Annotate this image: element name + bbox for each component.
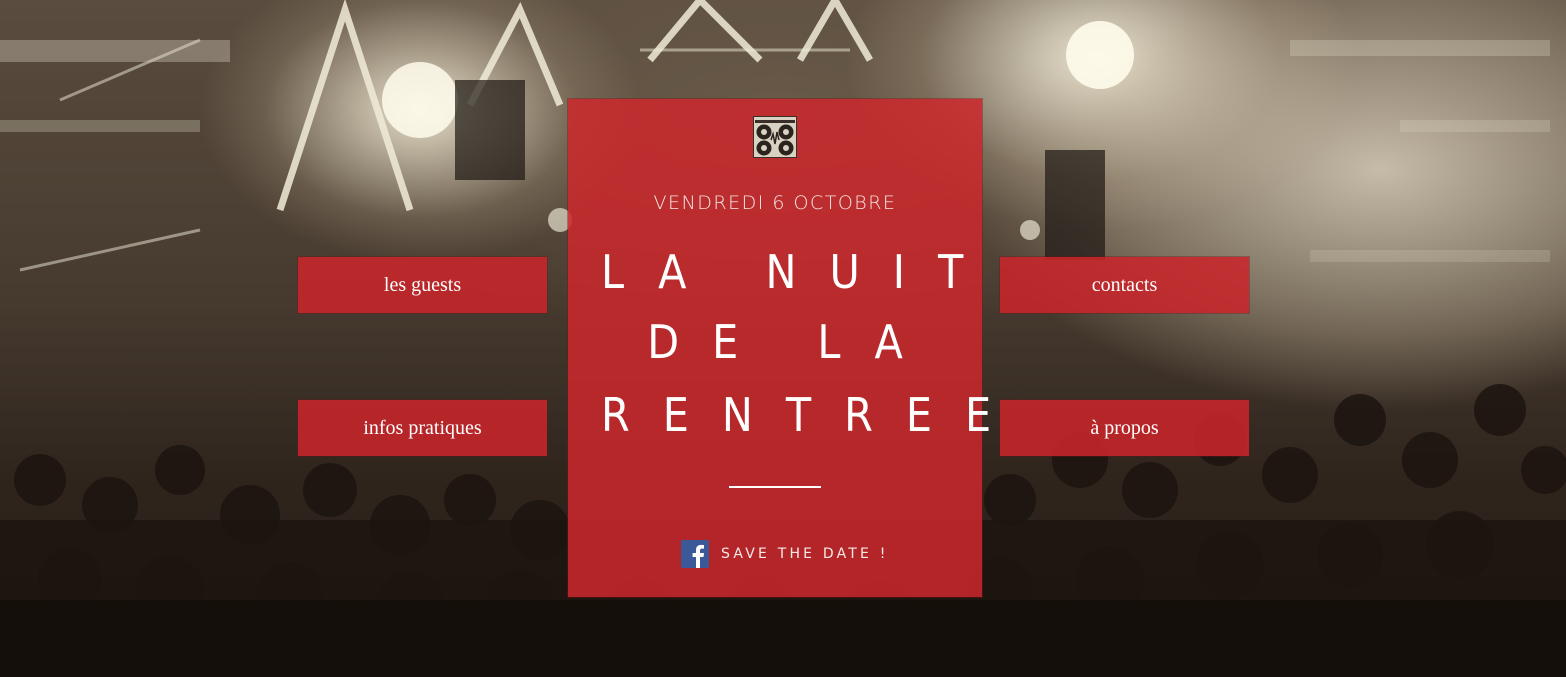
nav-button-about[interactable]: à propos — [1000, 400, 1249, 456]
event-panel: VENDREDI 6 OCTOBRE LA NUIT DE LA RENTREE… — [568, 99, 1025, 597]
save-the-date-link[interactable]: SAVE THE DATE ! — [681, 540, 889, 568]
facebook-icon — [681, 540, 709, 568]
event-title-line-2: DE LA — [647, 315, 936, 369]
nav-guests-label: les guests — [383, 273, 462, 296]
event-date: VENDREDI 6 OCTOBRE — [653, 192, 897, 214]
nav-about-label: à propos — [1090, 416, 1159, 439]
nav-button-infos[interactable]: infos pratiques — [298, 400, 547, 456]
event-title-line-1: LA NUIT — [601, 245, 997, 299]
save-the-date-label: SAVE THE DATE ! — [721, 546, 889, 562]
nav-button-contacts[interactable]: contacts — [1000, 257, 1249, 313]
title-divider — [729, 486, 821, 488]
event-title-line-3: RENTREE — [601, 388, 1025, 442]
turntables-logo-icon[interactable] — [753, 116, 797, 158]
nav-infos-label: infos pratiques — [363, 416, 482, 439]
nav-button-guests[interactable]: les guests — [298, 257, 547, 313]
nav-contacts-label: contacts — [1091, 273, 1158, 296]
